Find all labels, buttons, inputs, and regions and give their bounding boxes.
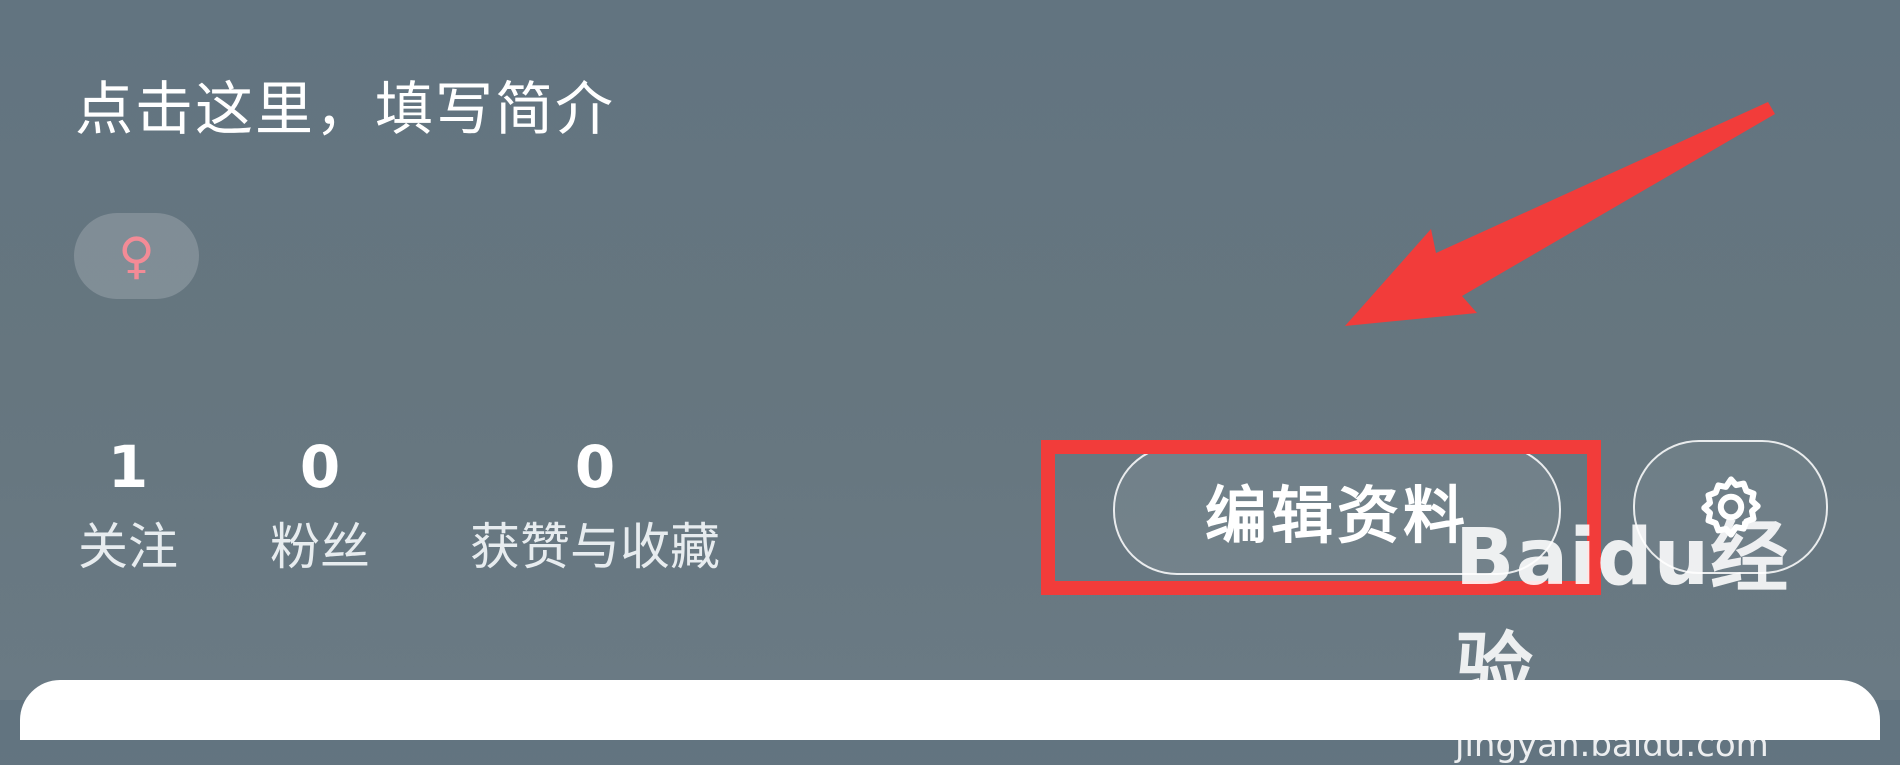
stat-likes-label: 获赞与收藏 bbox=[470, 518, 720, 576]
gear-icon bbox=[1700, 476, 1761, 538]
edit-profile-button[interactable]: 编辑资料 bbox=[1113, 445, 1561, 575]
stat-followers-count: 0 bbox=[299, 433, 341, 501]
content-card-top bbox=[20, 680, 1880, 740]
stat-following[interactable]: 1 关注 bbox=[70, 432, 186, 578]
stat-likes-collects[interactable]: 0 获赞与收藏 bbox=[455, 432, 735, 578]
bio-prompt[interactable]: 点击这里，填写简介 bbox=[75, 62, 615, 146]
gender-badge: ♀ bbox=[74, 213, 199, 299]
stat-likes-count: 0 bbox=[574, 433, 616, 501]
settings-button[interactable] bbox=[1633, 440, 1828, 574]
stat-following-label: 关注 bbox=[78, 518, 178, 576]
stat-followers-label: 粉丝 bbox=[270, 518, 370, 576]
female-icon: ♀ bbox=[118, 227, 155, 285]
stat-followers[interactable]: 0 粉丝 bbox=[260, 432, 380, 578]
stat-following-count: 1 bbox=[107, 433, 149, 501]
